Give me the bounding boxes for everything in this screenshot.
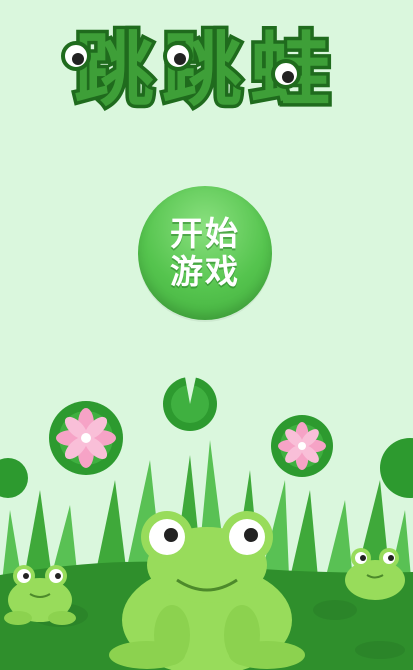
start-game-button[interactable]: 开始 游戏 <box>138 186 272 320</box>
start-button-label-line2: 游戏 <box>170 252 240 291</box>
lily-pad-icon <box>0 458 28 498</box>
logo-eye-icon <box>163 41 193 71</box>
pond-scene <box>0 360 413 670</box>
lily-pad-icon <box>380 438 413 498</box>
logo-eye-icon <box>271 59 301 89</box>
start-button-label-line1: 开始 <box>170 214 240 253</box>
game-title-logo: 跳跳蛙 <box>0 16 413 121</box>
logo-eye-icon <box>61 41 91 71</box>
lily-pad-icon <box>163 377 217 431</box>
